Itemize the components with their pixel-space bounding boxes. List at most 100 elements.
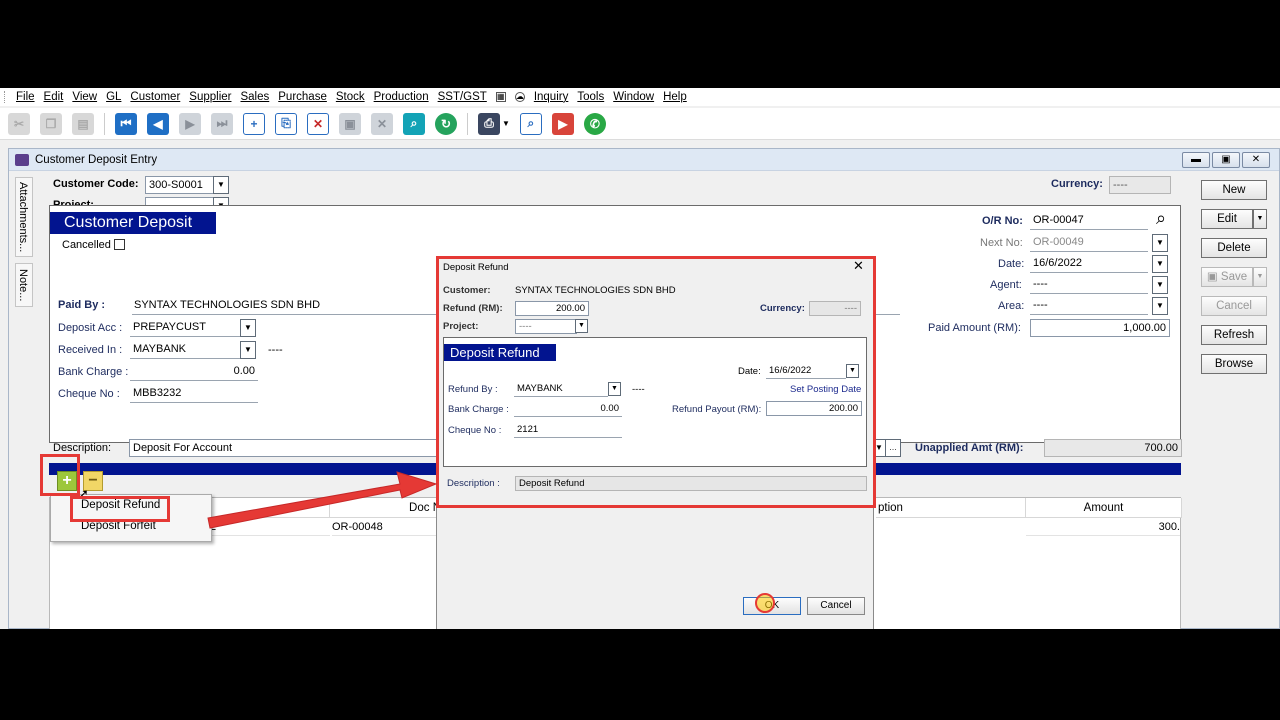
dialog-date-field[interactable]: 16/6/2022 <box>766 364 846 379</box>
first-record-icon[interactable]: ⏮ <box>115 112 137 135</box>
maximize-button[interactable]: ▣ <box>1212 152 1240 168</box>
next-record-icon[interactable]: ▶ <box>179 112 201 135</box>
menu-supplier[interactable]: Supplier <box>189 91 231 103</box>
area-field[interactable]: ---- <box>1030 297 1148 315</box>
menu-help[interactable]: Help <box>663 91 687 103</box>
next-no-dropdown[interactable]: ▼ <box>1152 234 1168 252</box>
new-document-icon[interactable]: + <box>243 112 265 135</box>
save-dropdown-button[interactable]: ▼ <box>1253 267 1267 287</box>
whatsapp-icon[interactable]: ✆ <box>583 112 606 135</box>
browse-button[interactable]: Browse <box>1201 354 1267 374</box>
deposit-acc-field[interactable]: PREPAYCUST <box>130 319 240 337</box>
description-more-button[interactable]: … <box>885 439 901 457</box>
print-dropdown-icon[interactable]: ▼ <box>502 119 510 128</box>
print-icon[interactable]: ⎙ <box>478 112 500 135</box>
delete-document-icon[interactable]: ✕ <box>307 112 329 135</box>
dialog-bank-charge-field[interactable]: 0.00 <box>514 402 622 417</box>
dialog-project-field[interactable]: ---- <box>515 319 577 334</box>
menu-deposit-forfeit[interactable]: Deposit Forfeit <box>51 516 211 537</box>
edit-button[interactable]: Edit <box>1201 209 1253 229</box>
customer-deposit-heading: Customer Deposit <box>50 212 216 234</box>
cancel-button[interactable]: Cancel <box>1201 296 1267 316</box>
menu-production[interactable]: Production <box>374 91 429 103</box>
tab-attachments[interactable]: Attachments... <box>15 177 33 257</box>
dialog-description-field[interactable]: Deposit Refund <box>515 476 867 491</box>
dialog-project-dropdown[interactable]: ▼ <box>575 319 588 333</box>
save-button-label: Save <box>1220 271 1248 283</box>
grid-cell-first[interactable]: 2 <box>210 518 330 536</box>
menu-file[interactable]: File <box>16 91 35 103</box>
dialog-refund-by-dropdown[interactable]: ▼ <box>608 382 621 396</box>
edit-dropdown-button[interactable]: ▼ <box>1253 209 1267 229</box>
dialog-refund-payout-field[interactable]: 200.00 <box>766 401 862 416</box>
column-description[interactable]: ption <box>876 498 1026 518</box>
youtube-icon[interactable]: ▶ <box>551 112 574 135</box>
menu-deposit-refund[interactable]: Deposit Refund <box>51 495 211 516</box>
cancelled-checkbox[interactable] <box>114 239 125 250</box>
dialog-date-dropdown[interactable]: ▼ <box>846 364 859 378</box>
description-label: Description: <box>53 442 112 454</box>
received-in-field[interactable]: MAYBANK <box>130 341 240 359</box>
save-button[interactable]: ▣ Save <box>1201 267 1253 287</box>
menu-tools[interactable]: Tools <box>577 91 604 103</box>
previous-record-icon[interactable]: ◀ <box>147 112 169 135</box>
menu-inquiry[interactable]: Inquiry <box>534 91 569 103</box>
search-icon[interactable]: ⌕ <box>1156 208 1166 229</box>
menu-gl[interactable]: GL <box>106 91 121 103</box>
cut-icon[interactable]: ✂ <box>8 112 30 135</box>
paste-icon[interactable]: ▤ <box>72 112 94 135</box>
or-no-label: O/R No: <box>982 215 1023 227</box>
dialog-cancel-button[interactable]: Cancel <box>807 597 865 615</box>
column-amount[interactable]: Amount <box>1026 498 1182 518</box>
or-no-field[interactable]: OR-00047 <box>1030 212 1148 230</box>
cheque-no-field[interactable]: MBB3232 <box>130 385 258 403</box>
deposit-acc-dropdown[interactable]: ▼ <box>240 319 256 337</box>
customer-code-dropdown[interactable]: ▼ <box>213 176 229 194</box>
refresh-icon[interactable]: ↻ <box>435 112 457 135</box>
last-record-icon[interactable]: ⏭ <box>211 112 233 135</box>
close-button[interactable]: ✕ <box>1242 152 1270 168</box>
date-field[interactable]: 16/6/2022 <box>1030 255 1148 273</box>
preview-icon[interactable]: ⌕ <box>519 112 542 135</box>
menu-window[interactable]: Window <box>613 91 654 103</box>
menu-sst-gst[interactable]: SST/GST <box>438 91 487 103</box>
menu-view[interactable]: View <box>72 91 97 103</box>
agent-field[interactable]: ---- <box>1030 276 1148 294</box>
dialog-cheque-no-field[interactable]: 2121 <box>514 423 622 438</box>
menu-purchase[interactable]: Purchase <box>278 91 327 103</box>
menu-customer[interactable]: Customer <box>130 91 180 103</box>
paid-amount-field[interactable]: 1,000.00 <box>1030 319 1170 337</box>
dialog-refund-payout-label: Refund Payout (RM): <box>672 404 762 415</box>
dialog-refund-by-field[interactable]: MAYBANK <box>514 382 608 397</box>
received-in-dropdown[interactable]: ▼ <box>240 341 256 359</box>
cloud-icon[interactable]: ☁ <box>514 92 525 102</box>
delete-button[interactable]: Delete <box>1201 238 1267 258</box>
set-posting-date-link[interactable]: Set Posting Date <box>790 384 861 395</box>
minimize-button[interactable]: ▬ <box>1182 152 1210 168</box>
copy-icon[interactable]: ❐ <box>40 112 62 135</box>
grid-cell-amount[interactable]: 300. <box>1026 518 1180 536</box>
search-icon[interactable]: ⌕ <box>403 112 425 135</box>
add-detail-button[interactable]: + <box>57 471 77 491</box>
menu-edit[interactable]: Edit <box>44 91 64 103</box>
menu-sales[interactable]: Sales <box>240 91 269 103</box>
dialog-refund-field[interactable]: 200.00 <box>515 301 589 316</box>
save-icon[interactable]: ▣ <box>339 112 361 135</box>
date-dropdown[interactable]: ▼ <box>1152 255 1168 273</box>
dialog-close-icon[interactable]: ✕ <box>853 258 864 274</box>
new-button[interactable]: New <box>1201 180 1267 200</box>
agent-dropdown[interactable]: ▼ <box>1152 276 1168 294</box>
paid-amount-label: Paid Amount (RM): <box>928 322 1021 334</box>
window-titlebar: Customer Deposit Entry <box>9 149 1279 171</box>
area-dropdown[interactable]: ▼ <box>1152 297 1168 315</box>
tab-note[interactable]: Note... <box>15 263 33 307</box>
refresh-button[interactable]: Refresh <box>1201 325 1267 345</box>
bank-charge-field[interactable]: 0.00 <box>130 363 258 381</box>
calculator-icon[interactable]: ▦ <box>495 92 506 102</box>
customer-code-field[interactable]: 300-S0001 <box>145 176 215 194</box>
column-doc-no[interactable]: Doc N <box>330 498 446 518</box>
cancel-icon[interactable]: ✕ <box>371 112 393 135</box>
menu-stock[interactable]: Stock <box>336 91 365 103</box>
copy-document-icon[interactable]: ⎘ <box>275 112 297 135</box>
grid-cell-doc-no[interactable]: OR-00048 <box>332 518 442 536</box>
